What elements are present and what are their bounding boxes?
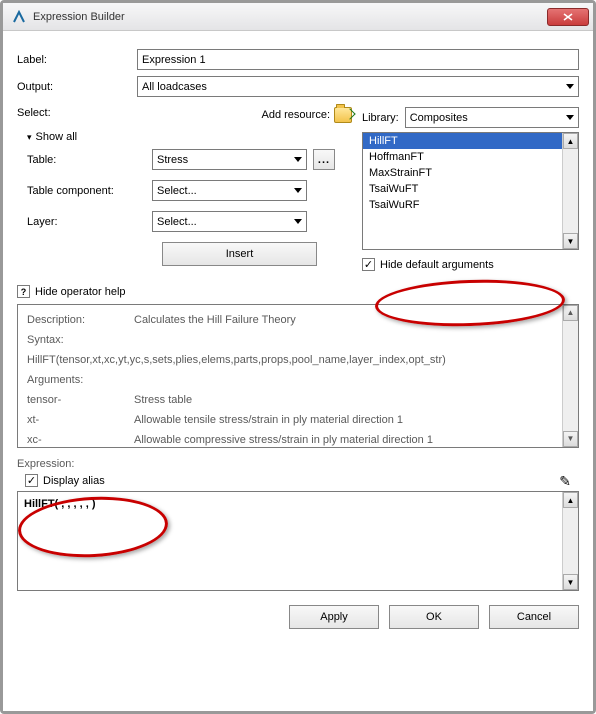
help-key: xc- [26, 431, 131, 448]
help-textbox: Description:Calculates the Hill Failure … [17, 304, 579, 448]
layer-select[interactable]: Select... [152, 211, 307, 232]
insert-label: Insert [226, 248, 254, 260]
table-label: Table: [27, 154, 152, 166]
display-alias-label: Display alias [43, 475, 105, 487]
insert-button[interactable]: Insert [162, 242, 317, 266]
scroll-up-icon[interactable]: ▲ [563, 305, 578, 321]
help-key: tensor- [26, 391, 131, 409]
tablecomp-value: Select... [157, 185, 197, 197]
scroll-up-icon[interactable]: ▲ [563, 492, 578, 508]
help-syntax: HillFT(tensor,xt,xc,yt,yc,s,sets,plies,e… [26, 351, 447, 369]
help-val [133, 371, 447, 389]
apply-label: Apply [320, 611, 348, 623]
ok-button[interactable]: OK [389, 605, 479, 629]
select-label: Select: [17, 107, 77, 127]
output-value: All loadcases [142, 81, 207, 93]
scroll-down-icon[interactable]: ▼ [563, 431, 578, 447]
help-val: Stress table [133, 391, 447, 409]
title-bar[interactable]: Expression Builder [3, 3, 593, 31]
scrollbar[interactable]: ▲▼ [562, 133, 578, 249]
table-select[interactable]: Stress [152, 149, 307, 170]
list-item[interactable]: TsaiWuRF [363, 197, 578, 213]
help-key: Description: [26, 311, 131, 329]
dots-label: ... [318, 154, 330, 166]
dialog-window: Expression Builder Label: Expression 1 O… [3, 3, 593, 711]
cancel-button[interactable]: Cancel [489, 605, 579, 629]
layer-value: Select... [157, 216, 197, 228]
chevron-down-icon: ▾ [27, 132, 32, 143]
hide-args-label: Hide default arguments [380, 259, 494, 271]
display-alias-checkbox[interactable]: ✓ [25, 474, 38, 487]
scroll-down-icon[interactable]: ▼ [563, 574, 578, 590]
list-item[interactable]: MaxStrainFT [363, 165, 578, 181]
expression-textbox[interactable]: HillFT( , , , , , ) ▲▼ [17, 491, 579, 591]
cancel-label: Cancel [517, 611, 551, 623]
expression-text: HillFT( , , , , , ) [24, 498, 96, 510]
scroll-up-icon[interactable]: ▲ [563, 133, 578, 149]
tablecomp-select[interactable]: Select... [152, 180, 307, 201]
check-icon: ✓ [27, 476, 36, 486]
label-value: Expression 1 [142, 54, 206, 66]
scroll-down-icon[interactable]: ▼ [563, 233, 578, 249]
table-value: Stress [157, 154, 188, 166]
add-resource-label: Add resource: [262, 109, 330, 121]
list-item[interactable]: HoffmanFT [363, 149, 578, 165]
scrollbar[interactable]: ▲▼ [562, 305, 578, 447]
library-listbox[interactable]: HillFT HoffmanFT MaxStrainFT TsaiWuFT Ts… [362, 132, 579, 250]
pencil-icon[interactable]: ✎ [559, 473, 571, 490]
output-label: Output: [17, 81, 137, 93]
help-val [133, 331, 447, 349]
close-button[interactable] [547, 8, 589, 26]
check-icon: ✓ [364, 260, 373, 270]
label-input[interactable]: Expression 1 [137, 49, 579, 70]
label-label: Label: [17, 54, 137, 66]
help-val: Calculates the Hill Failure Theory [133, 311, 447, 329]
ok-label: OK [426, 611, 442, 623]
help-val: Allowable compressive stress/strain in p… [133, 431, 447, 448]
help-val: Allowable tensile stress/strain in ply m… [133, 411, 447, 429]
window-title: Expression Builder [33, 11, 547, 23]
hide-args-checkbox[interactable]: ✓ [362, 258, 375, 271]
list-item[interactable]: HillFT [363, 133, 578, 149]
help-toggle-icon[interactable]: ? [17, 285, 30, 298]
show-all-label: Show all [36, 131, 78, 143]
help-key: Syntax: [26, 331, 131, 349]
output-select[interactable]: All loadcases [137, 76, 579, 97]
library-select[interactable]: Composites [405, 107, 579, 128]
help-key: Arguments: [26, 371, 131, 389]
layer-label: Layer: [27, 216, 152, 228]
scrollbar[interactable]: ▲▼ [562, 492, 578, 590]
tablecomp-label: Table component: [27, 185, 152, 197]
add-resource-icon[interactable] [334, 107, 352, 123]
apply-button[interactable]: Apply [289, 605, 379, 629]
library-value: Composites [410, 112, 468, 124]
app-icon [11, 9, 27, 25]
library-label: Library: [362, 112, 399, 124]
expression-label: Expression: [17, 458, 579, 470]
list-item[interactable]: TsaiWuFT [363, 181, 578, 197]
hide-help-label[interactable]: Hide operator help [35, 286, 126, 298]
help-key: xt- [26, 411, 131, 429]
browse-button[interactable]: ... [313, 149, 335, 170]
show-all-toggle[interactable]: ▾ Show all [27, 131, 352, 143]
